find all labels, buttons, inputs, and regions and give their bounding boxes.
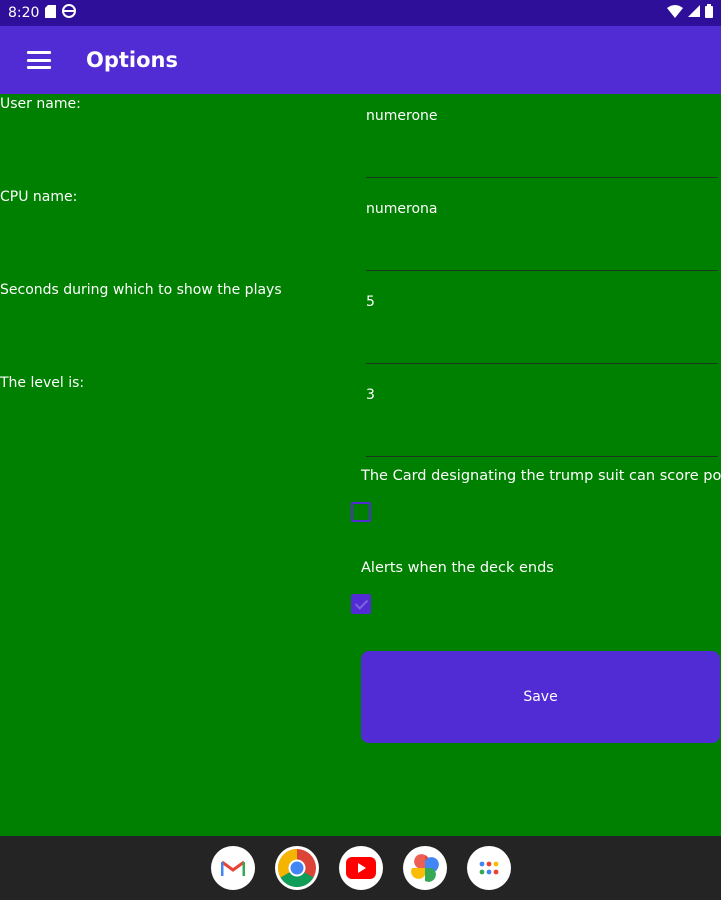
photos-icon[interactable]: [402, 846, 447, 890]
status-bar: 8:20: [0, 0, 721, 26]
page-title: Options: [86, 48, 178, 72]
sim-card-icon: [45, 4, 57, 22]
seconds-input[interactable]: 5: [366, 280, 718, 364]
vpn-globe-icon: [62, 4, 77, 22]
level-value: 3: [366, 387, 375, 403]
app-bar: Options: [0, 26, 721, 94]
deck-end-alert-checkbox[interactable]: [351, 594, 371, 614]
save-button[interactable]: Save: [361, 651, 720, 743]
user-name-input[interactable]: numerone: [366, 94, 718, 178]
level-input[interactable]: 3: [366, 373, 718, 457]
cpu-name-value: numerona: [366, 201, 438, 217]
signal-icon: [688, 5, 700, 21]
deck-end-alert-label: Alerts when the deck ends: [361, 560, 554, 576]
trump-card-scores-label: The Card designating the trump suit can …: [361, 468, 721, 484]
trump-card-scores-checkbox[interactable]: [351, 502, 371, 522]
navigation-dock: [0, 836, 721, 900]
battery-icon: [705, 4, 713, 22]
user-name-label: User name:: [0, 96, 81, 112]
wifi-icon: [667, 4, 683, 22]
status-time: 8:20: [8, 5, 40, 21]
youtube-icon[interactable]: [338, 846, 383, 890]
user-name-value: numerone: [366, 108, 438, 124]
app-drawer-icon[interactable]: [466, 846, 511, 890]
options-form: User name: numerone CPU name: numerona S…: [0, 94, 721, 836]
chrome-icon[interactable]: [274, 846, 319, 890]
cpu-name-label: CPU name:: [0, 189, 78, 205]
hamburger-menu-icon[interactable]: [27, 51, 51, 69]
seconds-value: 5: [366, 294, 375, 310]
cpu-name-input[interactable]: numerona: [366, 187, 718, 271]
seconds-label: Seconds during which to show the plays: [0, 282, 282, 298]
gmail-icon[interactable]: [210, 846, 255, 890]
level-label: The level is:: [0, 375, 85, 391]
